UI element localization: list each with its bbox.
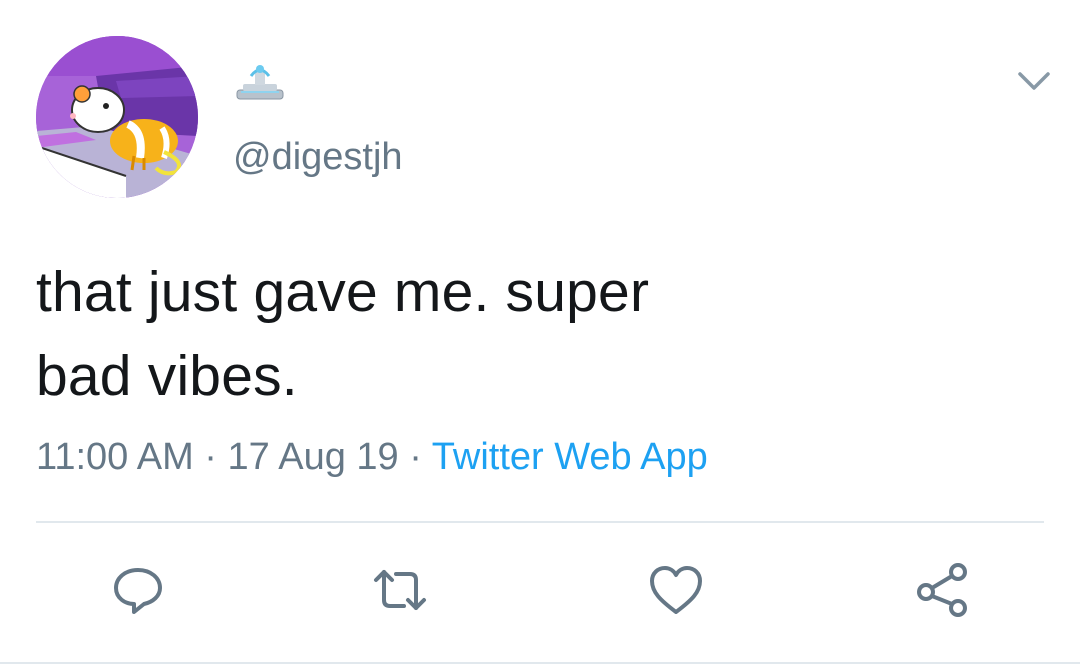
reply-button[interactable] bbox=[108, 560, 168, 620]
user-handle[interactable]: @digestjh bbox=[233, 134, 403, 180]
retweet-button[interactable] bbox=[370, 560, 430, 620]
divider bbox=[36, 521, 1044, 523]
tweet-time: 11:00 AM bbox=[36, 436, 194, 478]
chevron-down-icon[interactable] bbox=[1012, 64, 1056, 100]
avatar[interactable] bbox=[36, 36, 198, 198]
tweet-card: @digestjh that just gave me. super bad v… bbox=[0, 0, 1080, 668]
tweet-date: 17 Aug 19 bbox=[227, 436, 399, 478]
share-icon bbox=[917, 563, 967, 617]
tweet-source-link[interactable]: Twitter Web App bbox=[432, 436, 708, 478]
bottom-divider bbox=[0, 662, 1080, 664]
avatar-image bbox=[36, 36, 198, 198]
retweet-icon bbox=[374, 570, 426, 610]
meta-separator: · bbox=[193, 436, 228, 478]
like-button[interactable] bbox=[646, 560, 706, 620]
heart-icon bbox=[650, 566, 702, 614]
tweet-text-line-1: that just gave me. super bbox=[36, 260, 650, 324]
display-name-fountain-icon[interactable] bbox=[233, 62, 287, 106]
tweet-meta: 11:00 AM · 17 Aug 19 · Twitter Web App bbox=[36, 432, 708, 482]
share-button[interactable] bbox=[912, 560, 972, 620]
reply-icon bbox=[114, 568, 162, 614]
meta-separator: · bbox=[398, 436, 432, 478]
tweet-text: that just gave me. super bad vibes. bbox=[36, 250, 796, 418]
tweet-text-line-2: bad vibes. bbox=[36, 344, 298, 408]
